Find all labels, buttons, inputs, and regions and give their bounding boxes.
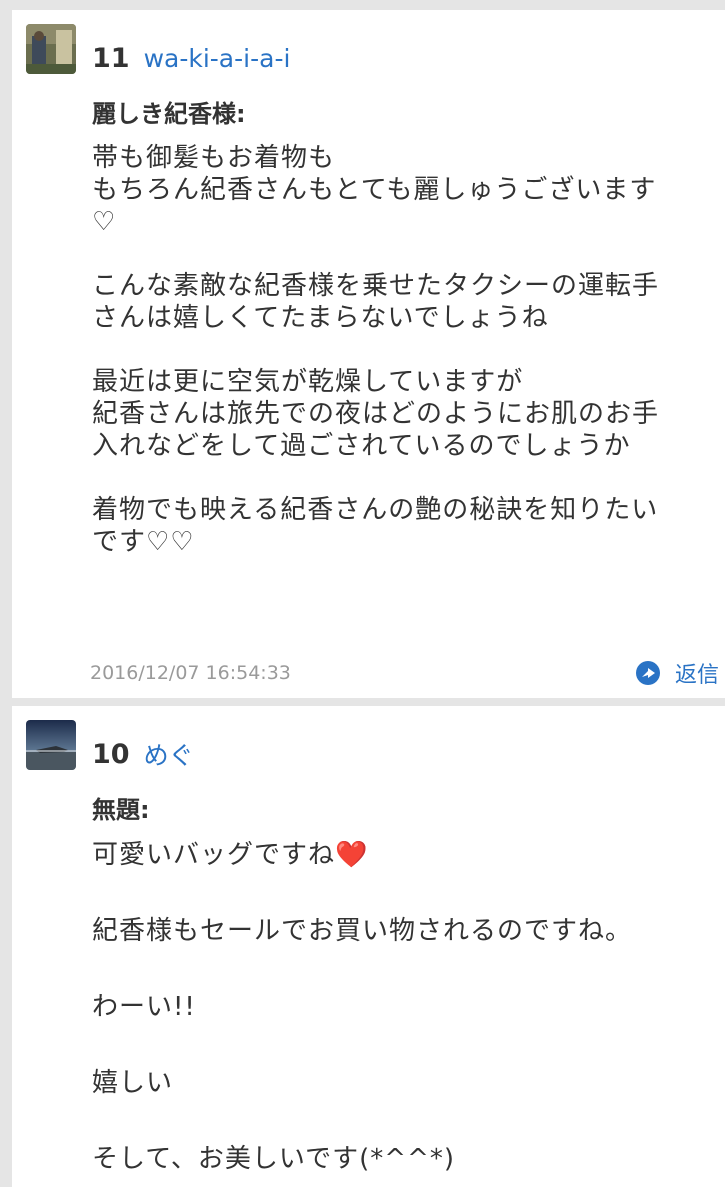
comment-title: 無題:: [92, 796, 150, 824]
comment-card: 11 wa-ki-a-i-a-i 麗しき紀香様: 帯も御髪もお着物も もちろん紀…: [12, 10, 725, 698]
author-link[interactable]: wa-ki-a-i-a-i: [144, 44, 291, 73]
author-link[interactable]: めぐ: [144, 736, 194, 772]
reply-label: 返信: [674, 663, 719, 688]
comment-number: 11: [92, 42, 130, 74]
comment-body: 帯も御髪もお着物も もちろん紀香さんもとても麗しゅうございます ♡ こんな素敵な…: [92, 143, 660, 557]
comment-list: 11 wa-ki-a-i-a-i 麗しき紀香様: 帯も御髪もお着物も もちろん紀…: [0, 0, 725, 1187]
comment-card: 10 めぐ 無題: 可愛いバッグですね❤️ 紀香様もセールでお買い物されるのです…: [12, 706, 725, 1187]
comment-header: 10 めぐ: [92, 734, 194, 774]
comment-body: 可愛いバッグですね❤️ 紀香様もセールでお買い物されるのですね。 わーい!! 嬉…: [92, 840, 633, 1174]
avatar[interactable]: [26, 24, 76, 74]
reply-arrow-circle-icon: [635, 660, 661, 686]
comment-header: 11 wa-ki-a-i-a-i: [92, 38, 290, 78]
avatar[interactable]: [26, 720, 76, 770]
timestamp: 2016/12/07 16:54:33: [90, 662, 291, 684]
reply-button[interactable]: 返信: [635, 657, 719, 689]
comment-footer: 2016/12/07 16:54:33 返信: [90, 658, 719, 688]
comment-number: 10: [92, 738, 130, 770]
comment-title: 麗しき紀香様:: [92, 100, 246, 128]
